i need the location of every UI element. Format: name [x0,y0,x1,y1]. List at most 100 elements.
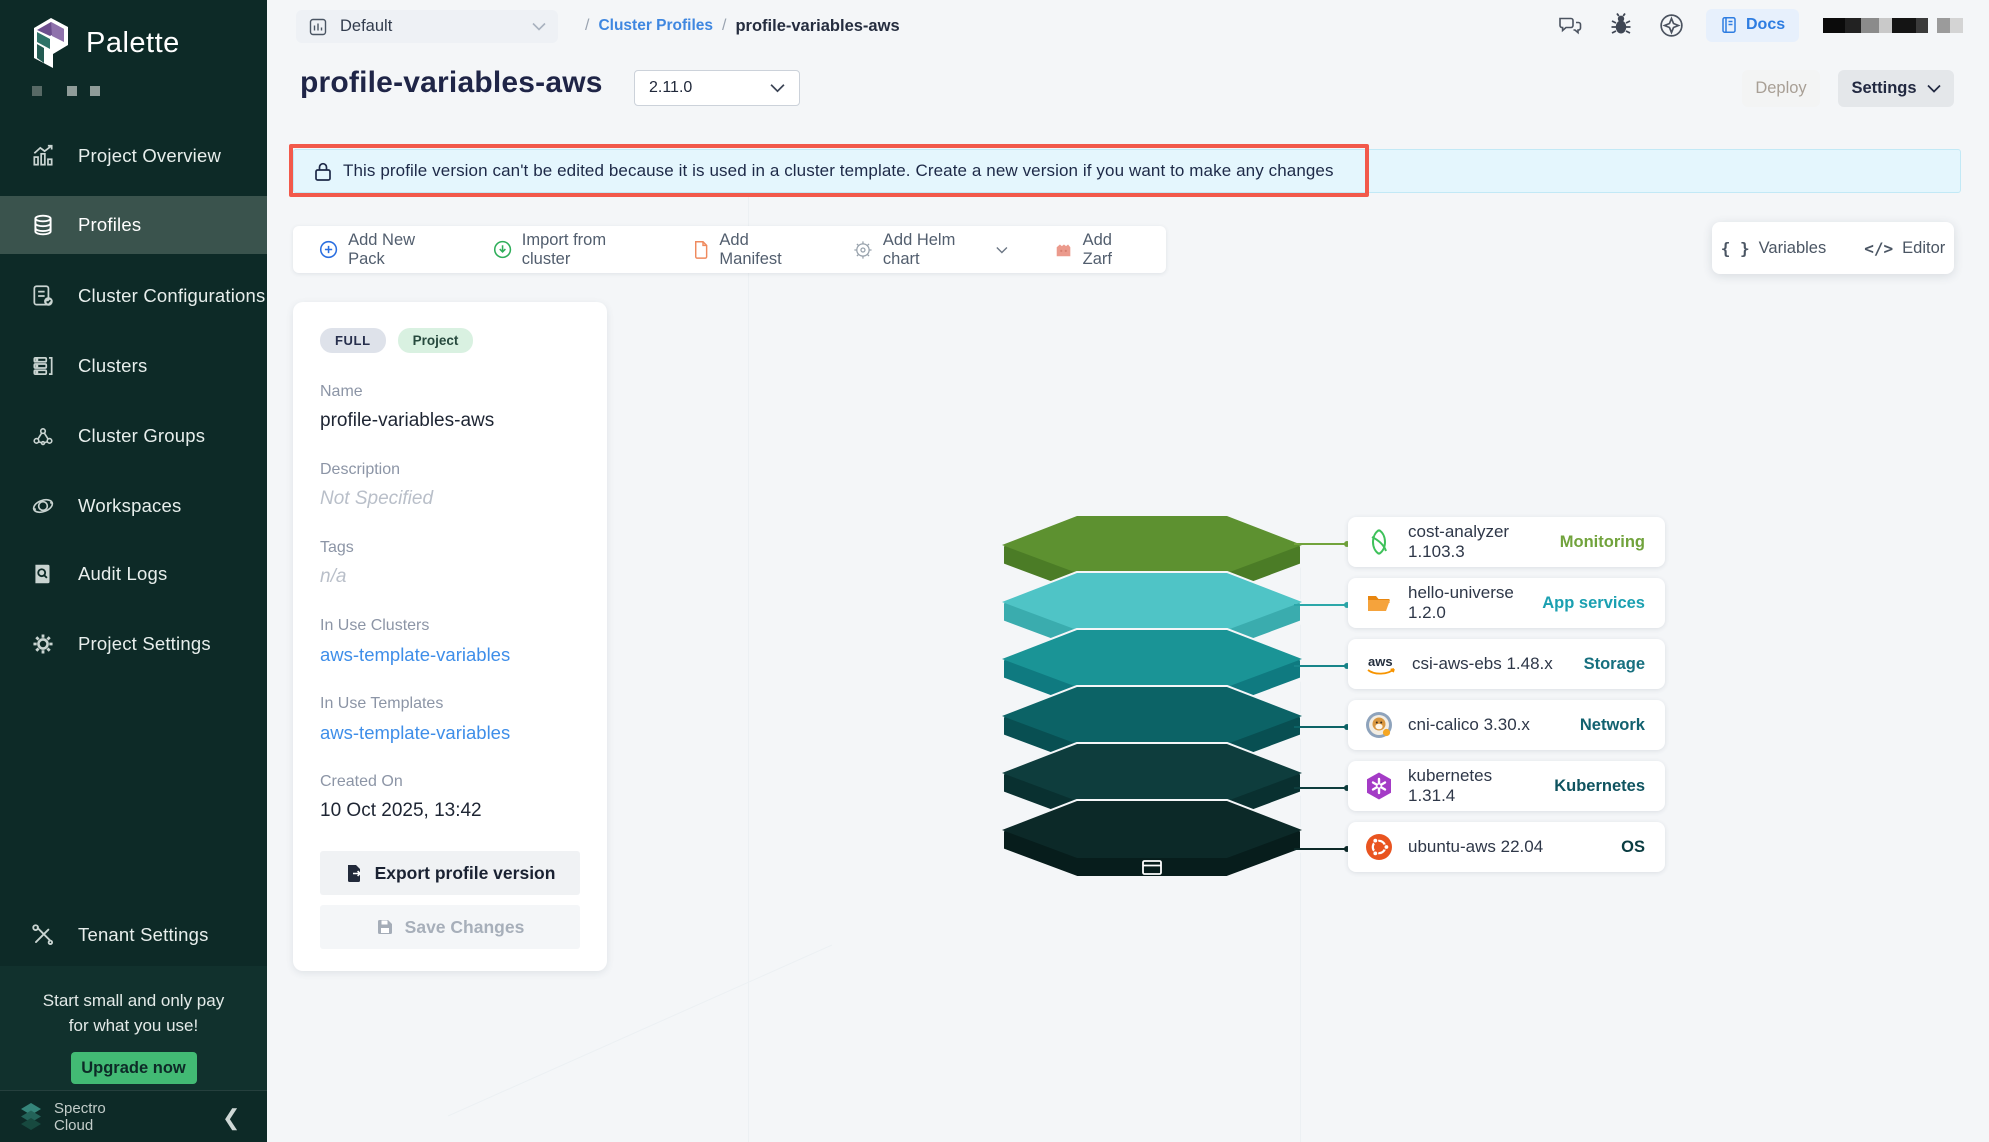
book-icon [1720,16,1738,34]
pack-name: cost-analyzer 1.103.3 [1408,522,1546,562]
save-changes-button[interactable]: Save Changes [320,905,580,949]
layer-connector [1294,724,1348,730]
settings-label: Settings [1851,79,1916,98]
pack-category: Kubernetes [1554,777,1645,796]
compass-help-icon[interactable] [1656,10,1686,40]
field-created-on: Created On 10 Oct 2025, 13:42 [320,773,580,822]
sidebar-item-clusters[interactable]: Clusters [0,337,267,395]
pack-row-kubernetes[interactable]: kubernetes 1.31.4 Kubernetes [1348,761,1665,811]
field-tags: Tags n/a [320,539,580,588]
field-in-use-clusters: In Use Clusters aws-template-variables [320,617,580,666]
docs-button[interactable]: Docs [1706,9,1799,42]
in-use-cluster-link[interactable]: aws-template-variables [320,644,580,666]
gear-icon [30,631,56,657]
layer-connector [1294,846,1348,852]
sidebar-item-label: Workspaces [78,495,181,517]
sidebar-item-label: Audit Logs [78,563,167,585]
pack-name: cni-calico 3.30.x [1408,715,1566,735]
field-description: Description Not Specified [320,461,580,510]
pack-row-ubuntu-aws[interactable]: ubuntu-aws 22.04 OS [1348,822,1665,872]
pack-toolbar: Add New Pack Import from cluster Add Man… [293,226,1166,273]
pack-category: OS [1621,838,1645,857]
tools-icon [30,922,56,948]
bg-watermark-line [748,193,749,1142]
upgrade-now-button[interactable]: Upgrade now [71,1052,197,1084]
pack-row-csi-aws-ebs[interactable]: aws csi-aws-ebs 1.48.x Storage [1348,639,1665,689]
pack-category: Storage [1584,655,1645,674]
sidebar-item-profiles[interactable]: Profiles [0,196,267,254]
alert-text: This profile version can't be edited bec… [343,161,1334,181]
node-group-icon [30,423,56,449]
sidebar-item-cluster-groups[interactable]: Cluster Groups [0,407,267,465]
pack-row-cost-analyzer[interactable]: cost-analyzer 1.103.3 Monitoring [1348,517,1665,567]
server-list-icon [30,353,56,379]
sidebar-item-audit-logs[interactable]: Audit Logs [0,545,267,603]
editor-label: Editor [1902,239,1945,258]
breadcrumb-current: profile-variables-aws [735,17,899,36]
field-label: In Use Templates [320,695,580,713]
layer-os[interactable] [1002,796,1302,880]
field-value: 10 Oct 2025, 13:42 [320,800,580,822]
aws-icon: aws [1364,649,1398,679]
calico-icon [1364,710,1394,740]
layers-stack-icon [30,212,56,238]
helm-icon [853,239,873,261]
badge-full: FULL [320,328,386,353]
page-title: profile-variables-aws [300,66,603,100]
sidebar-item-project-overview[interactable]: Project Overview [0,127,267,185]
project-selector[interactable]: Default [296,10,558,43]
pack-row-hello-universe[interactable]: hello-universe 1.2.0 App services [1348,578,1665,628]
version-select[interactable]: 2.11.0 [634,70,800,106]
field-label: Created On [320,773,580,791]
chevron-down-icon [1927,84,1941,93]
chart-icon [30,143,56,169]
field-value: Not Specified [320,488,580,510]
kubecost-icon [1364,527,1394,557]
editor-button[interactable]: </> Editor [1864,239,1945,258]
bug-report-icon[interactable] [1606,10,1636,40]
pack-name: hello-universe 1.2.0 [1408,583,1528,623]
dot [32,86,42,96]
pack-row-cni-calico[interactable]: cni-calico 3.30.x Network [1348,700,1665,750]
sidebar-item-label: Profiles [78,214,141,236]
sidebar-item-tenant-settings[interactable]: Tenant Settings [0,906,267,964]
ubuntu-icon [1364,832,1394,862]
add-manifest-label: Add Manifest [719,231,807,269]
in-use-template-link[interactable]: aws-template-variables [320,722,580,744]
breadcrumb: / Cluster Profiles / profile-variables-a… [585,12,900,40]
sidebar-item-cluster-configurations[interactable]: Cluster Configurations [0,267,267,325]
variables-button[interactable]: { } Variables [1721,239,1826,258]
sidebar-item-project-settings[interactable]: Project Settings [0,615,267,673]
badge-project-scope: Project [398,328,474,353]
project-selector-value: Default [340,17,520,36]
breadcrumb-separator: / [722,17,726,35]
add-zarf-label: Add Zarf [1083,231,1140,269]
pack-name: csi-aws-ebs 1.48.x [1412,654,1570,674]
settings-button[interactable]: Settings [1838,70,1954,107]
sidebar-collapse-icon[interactable]: ❮ [222,1105,240,1131]
sidebar-item-label: Clusters [78,355,147,377]
import-from-cluster-button[interactable]: Import from cluster [493,231,647,269]
document-check-icon [30,283,56,309]
export-profile-version-button[interactable]: Export profile version [320,851,580,895]
field-label: Tags [320,539,580,557]
upgrade-banner: Start small and only pay for what you us… [0,966,267,1090]
add-manifest-button[interactable]: Add Manifest [693,231,807,269]
export-label: Export profile version [375,863,556,884]
add-helm-chart-button[interactable]: Add Helm chart [853,231,1008,269]
sidebar-item-workspaces[interactable]: Workspaces [0,477,267,535]
docs-label: Docs [1746,16,1785,34]
pack-category: Monitoring [1560,533,1645,552]
export-icon [345,863,364,883]
breadcrumb-link-cluster-profiles[interactable]: Cluster Profiles [598,17,713,35]
add-zarf-button[interactable]: Add Zarf [1054,231,1140,269]
deploy-button[interactable]: Deploy [1742,70,1820,107]
lock-icon [314,161,332,182]
field-label: In Use Clusters [320,617,580,635]
variables-label: Variables [1759,239,1827,258]
add-new-pack-button[interactable]: Add New Pack [319,231,447,269]
log-search-icon [30,561,56,587]
profile-details-card: FULL Project Name profile-variables-aws … [293,302,607,971]
field-value: n/a [320,566,580,588]
feedback-chat-icon[interactable] [1556,10,1586,40]
